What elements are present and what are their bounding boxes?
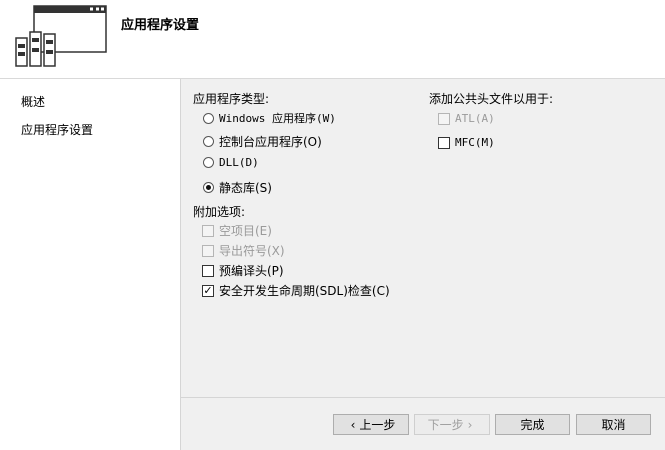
radio-icon <box>203 157 214 168</box>
sidebar: 概述 应用程序设置 <box>0 79 181 450</box>
radio-selected-icon <box>203 182 214 193</box>
radio-icon <box>203 112 214 124</box>
checkbox-precompiled-header[interactable]: 预编译头(P) <box>202 262 284 279</box>
checkbox-export-symbols[interactable]: 导出符号(X) <box>202 242 285 259</box>
checkbox-mfc[interactable]: MFC(M) <box>438 136 495 149</box>
page-title: 应用程序设置 <box>121 18 200 33</box>
checkbox-atl[interactable]: ATL(A) <box>438 112 495 125</box>
checkbox-icon <box>438 112 450 125</box>
finish-button[interactable]: 完成 <box>495 414 570 435</box>
application-wizard-icon <box>15 5 107 67</box>
radio-console-application[interactable]: 控制台应用程序(O) <box>203 133 322 150</box>
cancel-button[interactable]: 取消 <box>576 414 651 435</box>
wizard-header: 应用程序设置 <box>0 0 665 79</box>
radio-windows-application[interactable]: Windows 应用程序(W) <box>203 110 336 126</box>
checkbox-sdl-checks[interactable]: ✓ 安全开发生命周期(SDL)检查(C) <box>202 282 390 299</box>
footer-divider <box>181 397 665 398</box>
application-type-label: 应用程序类型: <box>193 92 270 106</box>
checkbox-icon <box>438 136 450 149</box>
radio-static-library[interactable]: 静态库(S) <box>203 179 272 196</box>
checkbox-icon <box>202 244 214 257</box>
chevron-left-icon: ‹ <box>350 417 356 432</box>
settings-panel: 应用程序类型: Windows 应用程序(W) 控制台应用程序(O) DLL(D… <box>181 79 665 450</box>
checkbox-icon <box>202 264 214 277</box>
sidebar-item-overview[interactable]: 概述 <box>21 93 45 110</box>
radio-dll[interactable]: DLL(D) <box>203 156 259 169</box>
checkmark-icon: ✓ <box>202 283 214 297</box>
sidebar-item-application-settings[interactable]: 应用程序设置 <box>21 121 93 138</box>
checkbox-icon <box>202 224 214 237</box>
next-button[interactable]: 下一步 › <box>414 414 490 435</box>
additional-options-label: 附加选项: <box>193 205 246 219</box>
common-headers-label: 添加公共头文件以用于: <box>429 92 554 106</box>
previous-button[interactable]: ‹ 上一步 <box>333 414 409 435</box>
radio-icon <box>203 136 214 147</box>
checkbox-empty-project[interactable]: 空项目(E) <box>202 222 272 239</box>
chevron-right-icon: › <box>467 417 473 432</box>
